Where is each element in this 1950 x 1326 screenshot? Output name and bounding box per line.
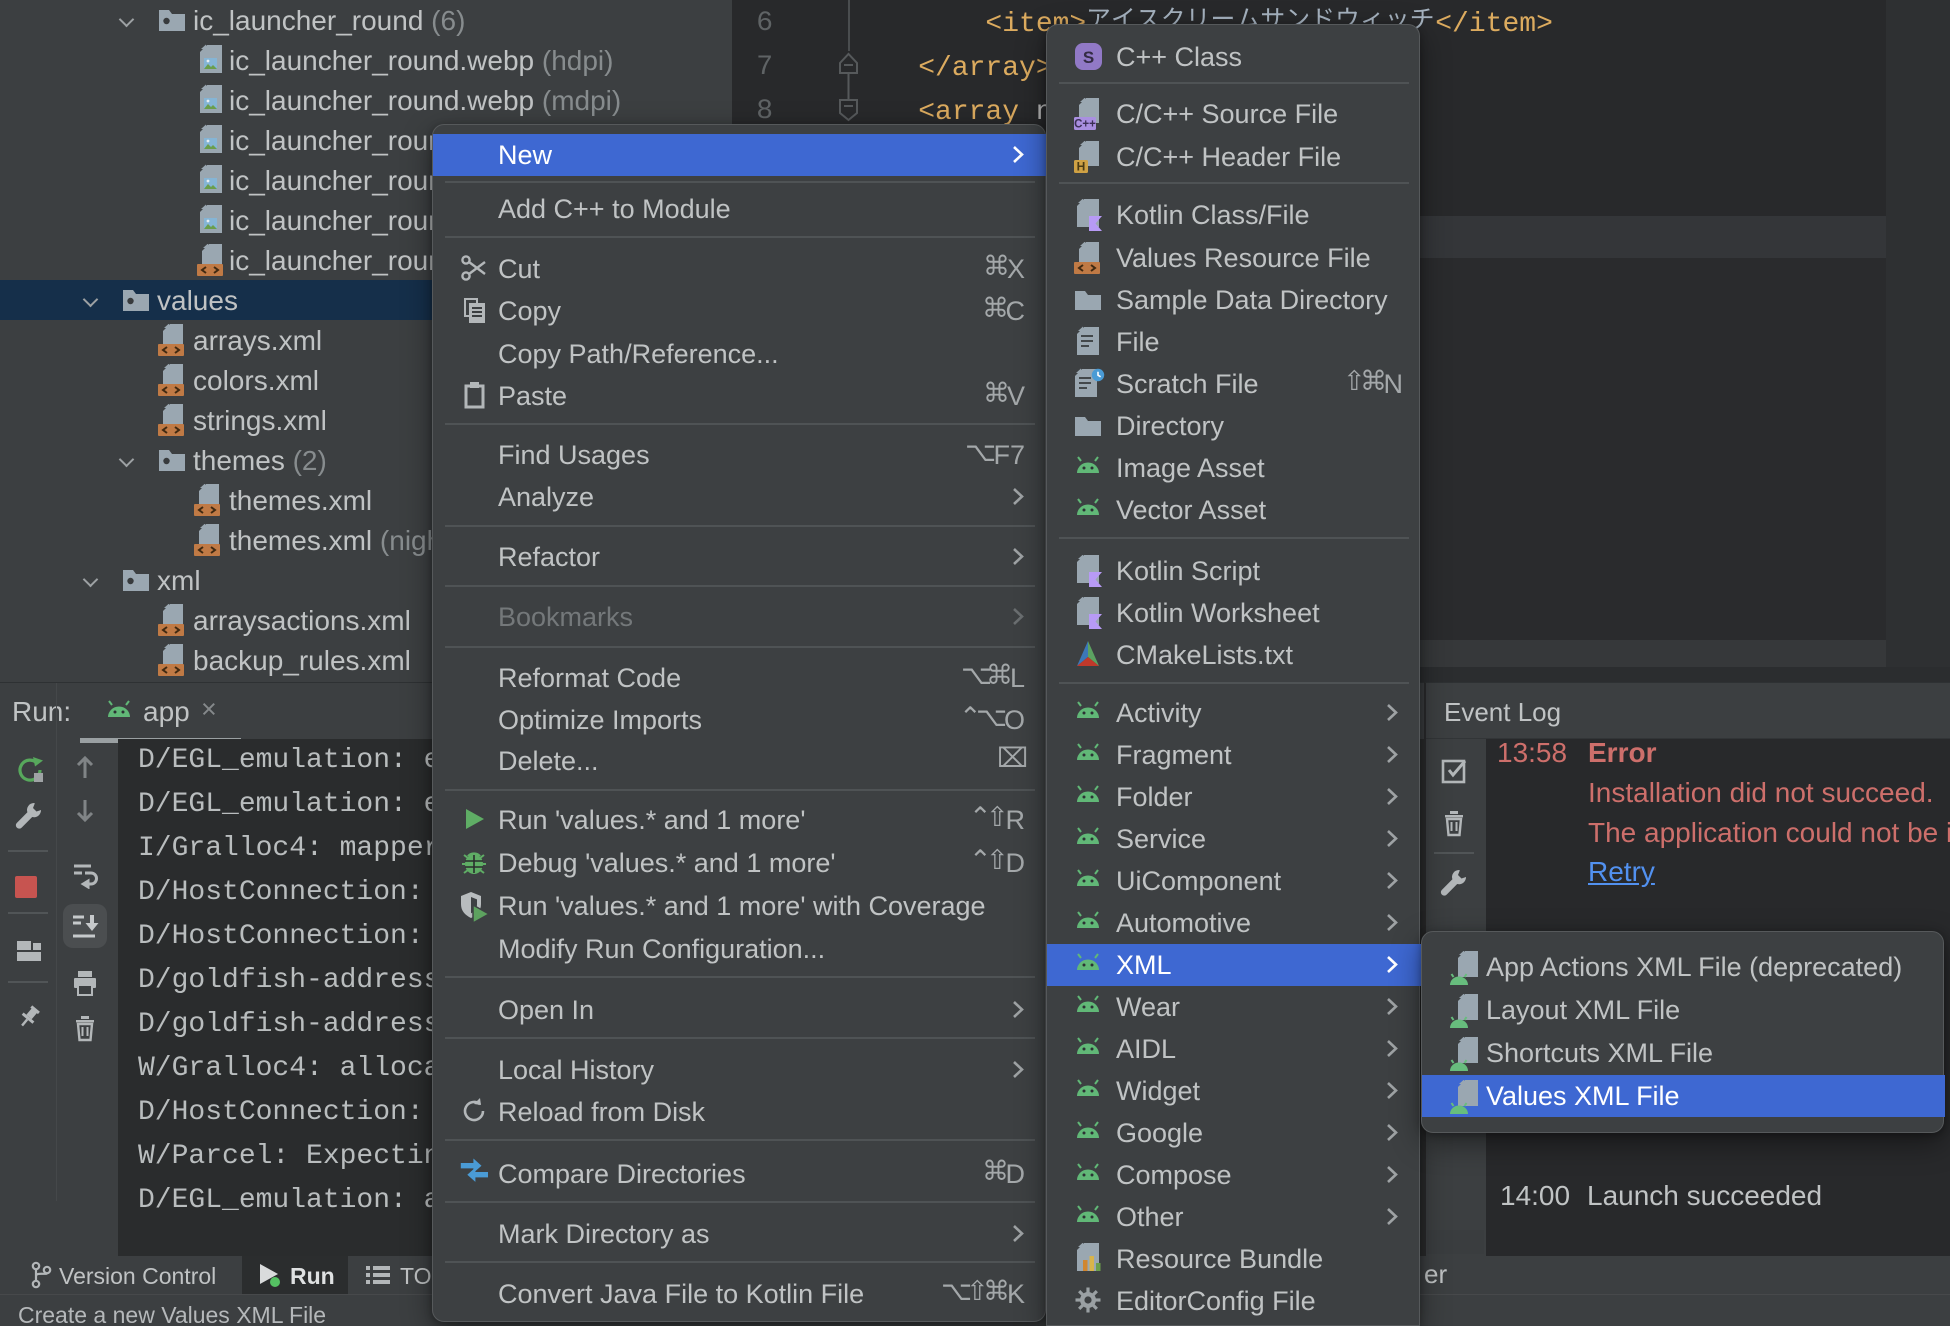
svg-text:C++: C++ — [1074, 119, 1096, 131]
svg-text:S: S — [1083, 48, 1094, 67]
svg-text:H: H — [1077, 159, 1086, 173]
